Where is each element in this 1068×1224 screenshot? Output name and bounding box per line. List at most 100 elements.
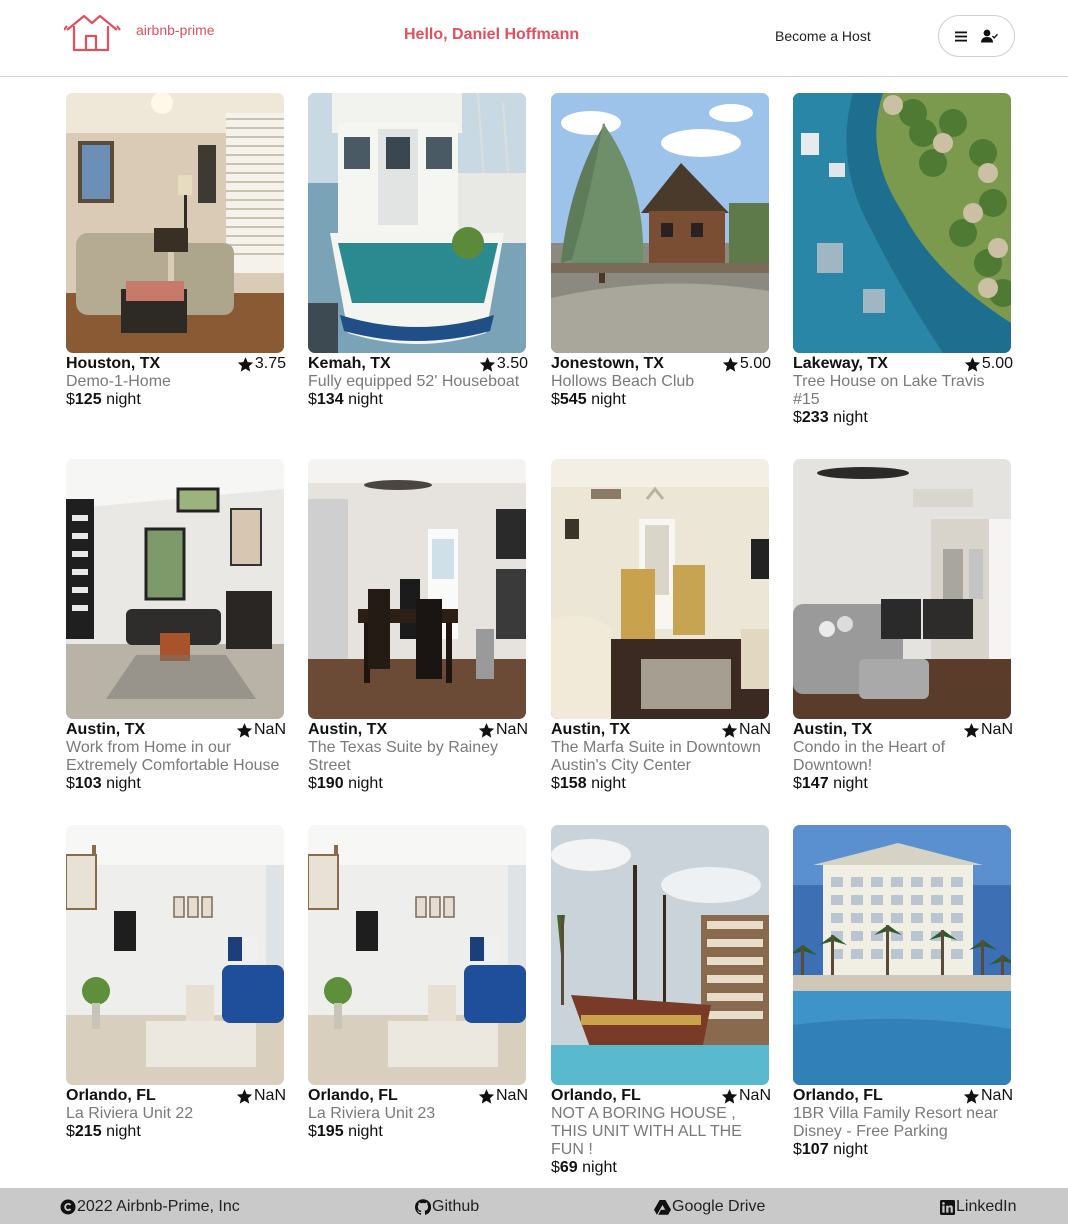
listing-photo[interactable] xyxy=(551,825,769,1085)
listing-title: The Marfa Suite in Downtown Austin's Cit… xyxy=(551,739,761,774)
listing-card[interactable]: Orlando, FL NaN 1BR Villa Family Resort … xyxy=(793,825,1013,1159)
price-currency: $ xyxy=(308,391,317,408)
price-unit: night xyxy=(106,775,141,792)
listing-location: Austin, TX xyxy=(66,721,146,738)
price-unit: night xyxy=(106,391,141,408)
listing-location: Austin, TX xyxy=(308,721,388,738)
rating-value: NaN xyxy=(495,1087,528,1104)
google-drive-icon xyxy=(654,1199,671,1215)
footer: 2022 Airbnb-Prime, Inc Github Google Dri… xyxy=(0,1188,1068,1224)
listing-price: $195 night xyxy=(308,1123,528,1141)
linkedin-link[interactable]: LinkedIn xyxy=(940,1198,1017,1216)
user-greeting: Hello, Daniel Hoffmann xyxy=(404,26,580,43)
listing-rating: NaN xyxy=(478,1087,528,1105)
listing-photo[interactable] xyxy=(66,825,284,1085)
price-amount: 134 xyxy=(316,391,344,408)
star-icon xyxy=(721,722,738,738)
listing-card[interactable]: Kemah, TX 3.50 Fully equipped 52' Houseb… xyxy=(308,93,528,409)
linkedin-label: LinkedIn xyxy=(956,1198,1017,1215)
listing-photo[interactable] xyxy=(551,459,769,719)
price-currency: $ xyxy=(551,775,560,792)
listing-photo[interactable] xyxy=(66,459,284,719)
listing-rating: NaN xyxy=(963,721,1013,739)
listing-title: Condo in the Heart of Downtown! xyxy=(793,739,946,774)
star-icon xyxy=(236,1088,253,1104)
listing-price: $147 night xyxy=(793,775,1013,793)
price-currency: $ xyxy=(308,1123,317,1140)
listing-location: Orlando, FL xyxy=(793,1087,883,1104)
star-icon xyxy=(721,1088,738,1104)
listing-location: Austin, TX xyxy=(551,721,631,738)
user-menu-button[interactable] xyxy=(938,15,1015,57)
github-icon xyxy=(415,1199,431,1215)
listing-card[interactable]: Austin, TX NaN Condo in the Heart of Dow… xyxy=(793,459,1013,793)
listing-photo[interactable] xyxy=(308,825,526,1085)
logo-text: airbnb-prime xyxy=(136,22,215,38)
listing-card[interactable]: Austin, TX NaN Work from Home in our Ext… xyxy=(66,459,286,793)
listing-card[interactable]: Orlando, FL NaN La Riviera Unit 23 $195 … xyxy=(308,825,528,1141)
listing-rating: NaN xyxy=(236,721,286,739)
price-amount: 158 xyxy=(559,775,587,792)
price-amount: 147 xyxy=(801,775,829,792)
copyright-text: 2022 Airbnb-Prime, Inc xyxy=(77,1198,240,1215)
listing-title: Tree House on Lake Travis #15 xyxy=(793,373,985,408)
listing-location: Kemah, TX xyxy=(308,355,391,372)
listing-card[interactable]: Austin, TX NaN The Texas Suite by Rainey… xyxy=(308,459,528,793)
listing-photo[interactable] xyxy=(308,459,526,719)
listing-photo[interactable] xyxy=(793,93,1011,353)
listing-card[interactable]: Orlando, FL NaN La Riviera Unit 22 $215 … xyxy=(66,825,286,1141)
listing-photo[interactable] xyxy=(308,93,526,353)
listing-card[interactable]: Houston, TX 3.75 Demo-1-Home $125 night xyxy=(66,93,286,409)
listing-header: Orlando, FL NaN xyxy=(793,1087,1013,1105)
price-currency: $ xyxy=(551,391,560,408)
listing-photo[interactable] xyxy=(551,93,769,353)
hamburger-menu-icon xyxy=(955,31,967,41)
price-unit: night xyxy=(833,775,868,792)
copyright-icon xyxy=(60,1199,76,1215)
listing-header: Kemah, TX 3.50 xyxy=(308,355,528,373)
listing-header: Austin, TX NaN xyxy=(66,721,286,739)
price-unit: night xyxy=(591,775,626,792)
listing-card[interactable]: Jonestown, TX 5.00 Hollows Beach Club $5… xyxy=(551,93,771,409)
listing-card[interactable]: Austin, TX NaN The Marfa Suite in Downto… xyxy=(551,459,771,793)
listing-location: Houston, TX xyxy=(66,355,161,372)
rating-value: 5.00 xyxy=(981,355,1013,372)
price-amount: 233 xyxy=(801,409,829,426)
price-amount: 195 xyxy=(316,1123,344,1140)
listing-header: Orlando, FL NaN xyxy=(66,1087,286,1105)
listing-rating: 5.00 xyxy=(722,355,771,373)
star-icon xyxy=(963,1088,980,1104)
price-amount: 107 xyxy=(801,1141,829,1158)
star-icon xyxy=(722,356,739,372)
listing-title: NOT A BORING HOUSE , THIS UNIT WITH ALL … xyxy=(551,1105,742,1158)
listing-rating: 3.50 xyxy=(479,355,528,373)
price-unit: night xyxy=(833,1141,868,1158)
become-host-link[interactable]: Become a Host xyxy=(775,28,871,44)
listing-price: $545 night xyxy=(551,391,771,409)
price-amount: 215 xyxy=(74,1123,102,1140)
star-icon xyxy=(478,1088,495,1104)
rating-value: 3.75 xyxy=(254,355,286,372)
price-unit: night xyxy=(106,1123,141,1140)
home-logo-link[interactable]: airbnb-prime xyxy=(64,12,215,52)
listing-photo[interactable] xyxy=(793,825,1011,1085)
listing-title: La Riviera Unit 22 xyxy=(66,1105,194,1122)
listing-header: Orlando, FL NaN xyxy=(308,1087,528,1105)
listing-photo[interactable] xyxy=(793,459,1011,719)
google-drive-link[interactable]: Google Drive xyxy=(654,1198,765,1216)
listing-header: Austin, TX NaN xyxy=(308,721,528,739)
listing-title: 1BR Villa Family Resort near Disney - Fr… xyxy=(793,1105,999,1140)
listing-price: $215 night xyxy=(66,1123,286,1141)
price-currency: $ xyxy=(793,409,802,426)
listing-photo[interactable] xyxy=(66,93,284,353)
listing-card[interactable]: Lakeway, TX 5.00 Tree House on Lake Trav… xyxy=(793,93,1013,427)
rating-value: NaN xyxy=(980,721,1013,738)
listing-rating: NaN xyxy=(478,721,528,739)
listing-card[interactable]: Orlando, FL NaN NOT A BORING HOUSE , THI… xyxy=(551,825,771,1177)
github-link[interactable]: Github xyxy=(415,1198,479,1216)
rating-value: NaN xyxy=(738,721,771,738)
listing-title: La Riviera Unit 23 xyxy=(308,1105,436,1122)
listing-header: Houston, TX 3.75 xyxy=(66,355,286,373)
price-unit: night xyxy=(591,391,626,408)
listing-rating: 5.00 xyxy=(964,355,1013,373)
